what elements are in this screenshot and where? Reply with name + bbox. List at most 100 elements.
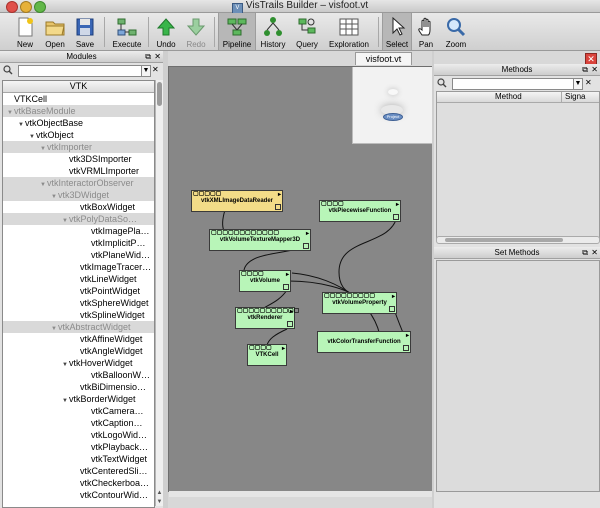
modules-search-input[interactable]	[18, 65, 142, 77]
tree-item[interactable]: ▼vtkAbstractWidget	[3, 321, 154, 333]
search-clear-icon[interactable]: ✕	[152, 65, 161, 75]
module-vtkcell[interactable]: ▢▢▢▢ VTKCell ▸	[247, 344, 287, 366]
tree-item[interactable]: ▼vtkObject	[3, 129, 154, 141]
tree-item[interactable]: ▼vtkBorderWidget	[3, 393, 154, 405]
output-port[interactable]	[403, 345, 409, 351]
tree-item[interactable]: vtkSphereWidget	[3, 297, 154, 309]
tree-item[interactable]: vtkLineWidget	[3, 273, 154, 285]
search-dropdown-icon[interactable]: ▼	[141, 65, 151, 77]
methods-search-input[interactable]	[452, 78, 574, 90]
zoom-tool-button[interactable]: Zoom	[442, 13, 470, 50]
tree-item[interactable]: ▼vtkHoverWidget	[3, 357, 154, 369]
query-view-button[interactable]: Query	[292, 13, 322, 50]
tree-item[interactable]: vtkBalloonW…	[3, 369, 154, 381]
tree-item[interactable]: ▼vtkBaseModule	[3, 105, 154, 117]
search-clear-icon[interactable]: ✕	[585, 78, 594, 88]
scrollbar-thumb[interactable]	[157, 82, 162, 106]
select-tool-button[interactable]: Select	[382, 13, 412, 50]
tree-item[interactable]: vtkImplicitP…	[3, 237, 154, 249]
tree-item[interactable]: vtkPointWidget	[3, 285, 154, 297]
modules-search-row: ▼ ✕	[0, 63, 163, 78]
tree-item[interactable]: vtkAngleWidget	[3, 345, 154, 357]
tree-item[interactable]: vtkTextWidget	[3, 453, 154, 465]
tree-item[interactable]: vtkVRMLImporter	[3, 165, 154, 177]
methods-hscroll[interactable]	[436, 236, 600, 244]
module-name: vtkPiecewiseFunction	[328, 208, 392, 214]
minimap-project-node[interactable]: Project	[383, 113, 403, 121]
tree-item[interactable]: vtkSplineWidget	[3, 309, 154, 321]
dock-close-icon[interactable]: ✕	[154, 51, 161, 62]
output-port[interactable]	[393, 214, 399, 220]
minimap[interactable]: Project	[352, 67, 433, 144]
history-view-button[interactable]: History	[256, 13, 290, 50]
tree-item[interactable]: vtkLogoWid…	[3, 429, 154, 441]
tree-item[interactable]: ▼vtkImporter	[3, 141, 154, 153]
scroll-down-icon[interactable]: ▼	[156, 499, 163, 505]
tree-item[interactable]: ▼vtkInteractorObserver	[3, 177, 154, 189]
column-method[interactable]: Method	[495, 92, 522, 102]
tree-item[interactable]: vtkPlayback…	[3, 441, 154, 453]
module-vtkcolortransferfunction[interactable]: vtkColorTransferFunction ▸	[317, 331, 411, 353]
tree-item[interactable]: vtkCaption…	[3, 417, 154, 429]
output-port[interactable]	[303, 243, 309, 249]
tree-item[interactable]: ▼vtkObjectBase	[3, 117, 154, 129]
execute-button[interactable]: Execute	[110, 13, 144, 50]
scroll-up-icon[interactable]: ▲	[156, 490, 163, 496]
save-button[interactable]: Save	[70, 13, 100, 50]
tree-item-label: vtkImplicitP…	[91, 238, 146, 248]
pipeline-view-button[interactable]: Pipeline	[218, 13, 256, 50]
tree-item[interactable]: ▼vtk3DWidget	[3, 189, 154, 201]
canvas-tab[interactable]: visfoot.vt	[355, 52, 412, 65]
open-button[interactable]: Open	[40, 13, 70, 50]
tree-item-label: vtkLogoWid…	[91, 430, 148, 440]
dock-float-icon[interactable]: ⧉	[582, 64, 588, 75]
tree-item[interactable]: vtkImageTracer…	[3, 261, 154, 273]
tree-item[interactable]: vtk3DSImporter	[3, 153, 154, 165]
redo-button[interactable]: Redo	[182, 13, 210, 50]
output-port[interactable]	[287, 321, 293, 327]
tree-item[interactable]: vtkCenteredSli…	[3, 465, 154, 477]
pan-tool-button[interactable]: Pan	[412, 13, 440, 50]
modules-title-text: Modules	[66, 52, 97, 61]
search-dropdown-icon[interactable]: ▼	[573, 78, 583, 90]
dock-float-icon[interactable]: ⧉	[145, 51, 151, 62]
modules-scrollbar[interactable]: ▲ ▼	[155, 80, 163, 506]
tree-item[interactable]: vtkBiDimensio…	[3, 381, 154, 393]
dock-float-icon[interactable]: ⧉	[582, 247, 588, 258]
module-vtkrenderer[interactable]: ▢▢▢▢▢▢▢▢▢▢▢ vtkRenderer ▸	[235, 307, 299, 329]
select-label: Select	[385, 40, 409, 49]
exploration-view-button[interactable]: Exploration	[324, 13, 374, 50]
module-vtkxmlimagedatareader[interactable]: ▢▢▢▢▢ vtkXMLImageDataReader ▸	[191, 190, 283, 212]
tree-item[interactable]: vtkAffineWidget	[3, 333, 154, 345]
module-vtkvolumetexturemapper3d[interactable]: ▢▢▢▢▢▢▢▢▢▢▢▢ vtkVolumeTextureMapper3D ▸	[209, 229, 311, 251]
dock-close-icon[interactable]: ✕	[591, 64, 598, 75]
tree-item[interactable]: ▼vtkPolyDataSo…	[3, 213, 154, 225]
pipeline-canvas[interactable]: ▢▢▢▢▢ vtkXMLImageDataReader ▸ ▢▢▢▢ vtkPi…	[168, 66, 434, 492]
new-button[interactable]: New	[10, 13, 40, 50]
set-methods-dock: Set Methods ⧉ ✕	[434, 247, 600, 508]
tree-item[interactable]: vtkContourWid…	[3, 489, 154, 501]
module-vtkpiecewisefunction[interactable]: ▢▢▢▢ vtkPiecewiseFunction ▸	[319, 200, 401, 222]
column-signature[interactable]: Signa	[561, 92, 585, 102]
history-tree-icon	[264, 17, 282, 36]
output-port[interactable]	[275, 204, 281, 210]
tree-item-label: vtkVRMLImporter	[69, 166, 140, 176]
output-port[interactable]	[389, 306, 395, 312]
tree-item[interactable]: VTKCell	[3, 93, 154, 105]
module-vtkvolumeproperty[interactable]: ▢▢▢▢▢▢▢▢▢ vtkVolumeProperty ▸	[322, 292, 397, 314]
undo-button[interactable]: Undo	[152, 13, 180, 50]
exploration-table-icon	[339, 18, 359, 36]
exploration-label: Exploration	[328, 40, 370, 49]
canvas-hscroll[interactable]	[169, 491, 432, 497]
tree-item[interactable]: vtkCheckerboa…	[3, 477, 154, 489]
module-name: vtkColorTransferFunction	[327, 339, 401, 345]
scrollbar-thumb[interactable]	[445, 238, 563, 242]
module-vtkvolume[interactable]: ▢▢▢▢ vtkVolume ▸	[239, 270, 291, 292]
tree-item[interactable]: vtkBoxWidget	[3, 201, 154, 213]
output-port[interactable]	[283, 284, 289, 290]
tree-item[interactable]: vtkPlaneWid…	[3, 249, 154, 261]
tree-item[interactable]: vtkImagePla…	[3, 225, 154, 237]
tree-item[interactable]: vtkCamera…	[3, 405, 154, 417]
methods-title-text: Methods	[501, 65, 533, 74]
dock-close-icon[interactable]: ✕	[591, 247, 598, 258]
